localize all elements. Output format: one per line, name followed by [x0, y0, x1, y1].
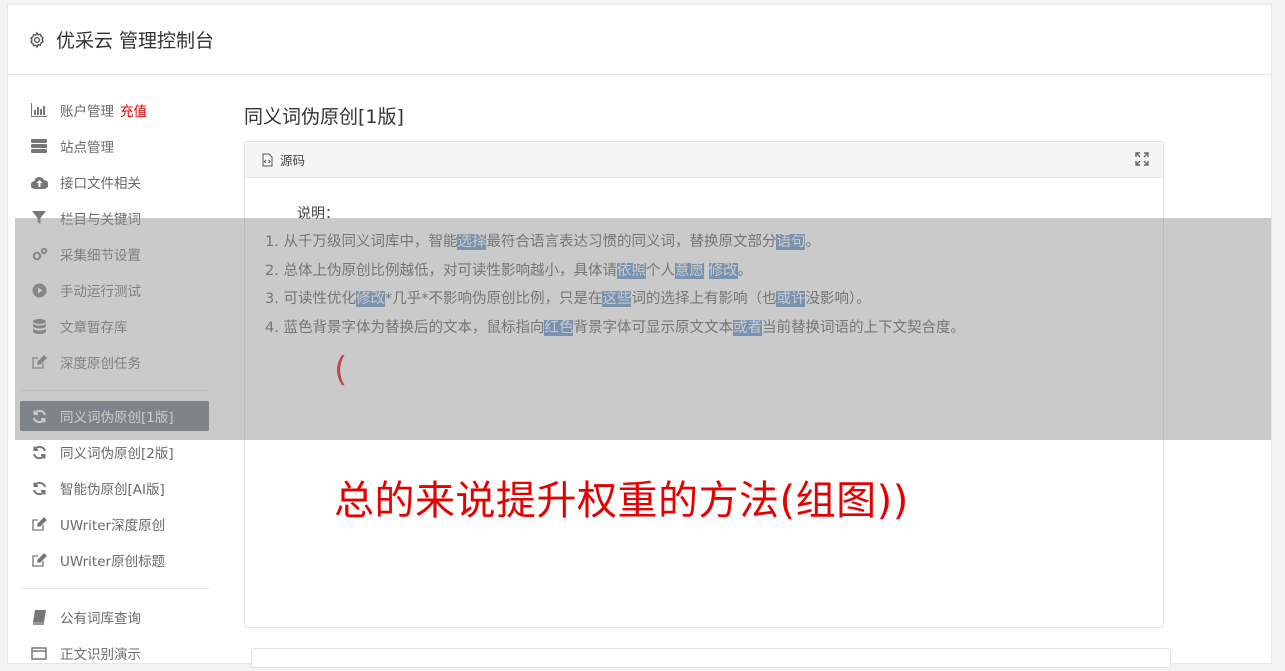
- rule-item: 4. 蓝色背景字体为替换后的文本，鼠标指向红色背景字体可显示原文文本或者当前替换…: [265, 314, 965, 343]
- sidebar-item-group1-0[interactable]: 账户管理 充值: [20, 92, 209, 128]
- sidebar-item-label: 正文识别演示: [60, 647, 141, 663]
- replaced-word[interactable]: 这些: [602, 291, 632, 307]
- sidebar-item-group1-6[interactable]: 文章暂存库: [20, 308, 209, 344]
- filter-icon: [30, 210, 48, 226]
- edit-icon: [30, 516, 48, 532]
- sidebar-item-group2-3-uwriter[interactable]: UWriter深度原创: [20, 506, 209, 542]
- big-red-headline: 总的来说提升权重的方法(组图)): [334, 478, 909, 524]
- rule-text: *几乎*不影响伪原创比例，只是在: [384, 291, 603, 307]
- sidebar: 账户管理 充值站点管理接口文件相关 栏目与关键词 采集细节设置 手动运行测试 文章暂存库深…: [20, 92, 209, 671]
- sidebar-item-label: 手动运行测试: [60, 284, 141, 300]
- sidebar-item-label: UWriter原创标题: [60, 554, 166, 570]
- sidebar-item-group1-2[interactable]: 接口文件相关: [20, 164, 209, 200]
- refresh-icon: [30, 444, 48, 460]
- book-icon: [30, 609, 48, 625]
- rule-text: 没影响）。: [805, 291, 871, 307]
- sidebar-item-group2-2-ai[interactable]: 智能伪原创[AI版]: [20, 470, 209, 506]
- sidebar-item-group3-0[interactable]: 公有词库查询: [20, 599, 209, 635]
- refresh-icon: [30, 408, 48, 424]
- rule-text: 4. 蓝色背景字体为替换后的文本，鼠标指向: [265, 319, 545, 336]
- sidebar-divider: [20, 588, 209, 589]
- rule-item: 2. 总体上伪原创比例越低，对可读性影响越小，具体请依照个人意愿 修改。: [265, 257, 965, 286]
- sidebar-item-label: 账户管理: [60, 104, 114, 120]
- app-title: 优采云 管理控制台: [56, 30, 215, 52]
- gear-icon[interactable]: [28, 31, 46, 49]
- sidebar-item-label: 同义词伪原创[2版]: [60, 446, 174, 462]
- panel-header: 源码: [245, 142, 1163, 178]
- rule-text: 个人: [645, 262, 675, 279]
- sidebar-item-group3-1[interactable]: 正文识别演示: [20, 635, 209, 671]
- rule-item: 1. 从千万级同义词库中，智能选择最符合语言表达习惯的同义词，替换原文部分语句。: [265, 228, 965, 257]
- replaced-word[interactable]: 意愿: [674, 262, 704, 279]
- sidebar-item-group1-4[interactable]: 采集细节设置: [20, 236, 209, 272]
- top-bar: 优采云 管理控制台: [8, 5, 1271, 75]
- rule-text: 3. 可读性优化: [265, 291, 356, 307]
- window-icon: [30, 645, 48, 661]
- edit-icon: [30, 354, 48, 370]
- replaced-word[interactable]: 依照: [616, 262, 646, 279]
- rule-text: 2. 总体上伪原创比例越低，对可读性影响越小，具体请: [265, 262, 617, 279]
- rule-text: 词的选择上有影响（也: [631, 291, 777, 307]
- rule-text: [704, 263, 709, 279]
- server-icon: [30, 138, 48, 154]
- code-file-icon: [260, 153, 274, 167]
- panel-header-label: 源码: [280, 153, 306, 168]
- rule-text: 。: [737, 262, 753, 279]
- sidebar-item-label: 栏目与关键词: [60, 212, 141, 228]
- play-circle-icon: [30, 282, 48, 298]
- refresh-icon: [30, 480, 48, 496]
- edit-icon: [30, 552, 48, 568]
- rule-item: 3. 可读性优化修改*几乎*不影响伪原创比例，只是在这些词的选择上有影响（也或许…: [265, 285, 965, 314]
- sidebar-item-label: 接口文件相关: [60, 176, 141, 192]
- sidebar-item-label: 公有词库查询: [60, 611, 141, 627]
- rule-text: 当前替换词语的上下文契合度。: [761, 319, 965, 336]
- sidebar-divider: [20, 390, 209, 391]
- sidebar-item-label: 采集细节设置: [60, 248, 141, 264]
- page-title: 同义词伪原创[1版]: [244, 106, 404, 128]
- explain-label: 说明：: [297, 206, 339, 222]
- replaced-word[interactable]: 选择: [457, 234, 487, 250]
- replaced-word[interactable]: 或者: [732, 319, 762, 336]
- second-panel: [251, 648, 1171, 668]
- red-paren-text: (: [334, 350, 348, 390]
- replaced-word[interactable]: 修改: [708, 262, 738, 279]
- replaced-word[interactable]: 或许: [776, 291, 806, 307]
- cogs-icon: [30, 246, 48, 262]
- database-icon: [30, 318, 48, 334]
- replaced-word[interactable]: 语句: [776, 234, 806, 250]
- cloud-upload-icon: [30, 174, 48, 190]
- sidebar-item-label: UWriter深度原创: [60, 518, 166, 534]
- sidebar-item-group1-1[interactable]: 站点管理: [20, 128, 209, 164]
- sidebar-item-group1-3[interactable]: 栏目与关键词: [20, 200, 209, 236]
- rule-text: 最符合语言表达习惯的同义词，替换原文部分: [486, 234, 777, 250]
- replaced-word[interactable]: 红色: [544, 319, 574, 336]
- sidebar-item-group2-0-1[interactable]: 同义词伪原创[1版]: [20, 401, 209, 431]
- sidebar-item-group1-7[interactable]: 深度原创任务: [20, 344, 209, 380]
- sidebar-item-group2-1-2[interactable]: 同义词伪原创[2版]: [20, 434, 209, 470]
- recharge-link[interactable]: 充值: [120, 100, 147, 120]
- rule-text: 1. 从千万级同义词库中，智能: [265, 234, 458, 250]
- sidebar-item-group2-4-uwriter[interactable]: UWriter原创标题: [20, 542, 209, 578]
- sidebar-item-label: 智能伪原创[AI版]: [60, 482, 165, 498]
- source-panel: 源码 说明： 1. 从千万级同义词库中，智能选择最符合语言表达习惯的同义词，替换…: [244, 141, 1164, 628]
- sidebar-item-label: 深度原创任务: [60, 356, 141, 372]
- sidebar-item-label: 同义词伪原创[1版]: [60, 410, 174, 426]
- replaced-word[interactable]: 修改: [355, 291, 385, 307]
- sidebar-item-label: 站点管理: [60, 140, 114, 156]
- rules-list: 1. 从千万级同义词库中，智能选择最符合语言表达习惯的同义词，替换原文部分语句。…: [265, 228, 965, 342]
- rule-text: 背景字体可显示原文文本: [573, 319, 733, 336]
- sidebar-item-label: 文章暂存库: [60, 320, 128, 336]
- sidebar-item-group1-5[interactable]: 手动运行测试: [20, 272, 209, 308]
- expand-icon[interactable]: [1135, 152, 1149, 166]
- rule-text: 。: [805, 234, 820, 250]
- bar-chart-icon: [30, 102, 48, 118]
